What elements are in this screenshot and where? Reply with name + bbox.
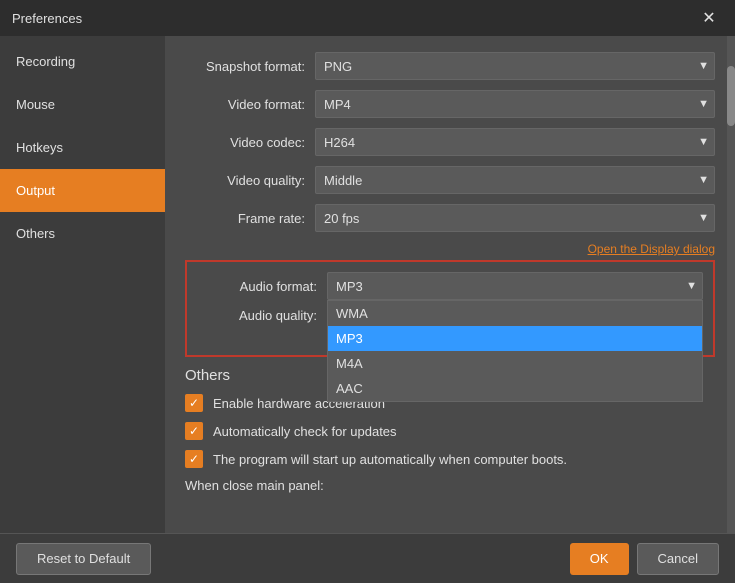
sidebar-item-output[interactable]: Output xyxy=(0,169,165,212)
audio-format-label: Audio format: xyxy=(197,279,327,294)
sidebar-item-others[interactable]: Others xyxy=(0,212,165,255)
sidebar: Recording Mouse Hotkeys Output Others xyxy=(0,36,165,533)
video-quality-select[interactable]: Middle xyxy=(315,166,715,194)
frame-rate-row: Frame rate: 20 fps ▼ xyxy=(185,204,715,232)
sidebar-item-mouse[interactable]: Mouse xyxy=(0,83,165,126)
scrollbar[interactable] xyxy=(727,36,735,533)
main-content: Recording Mouse Hotkeys Output Others Sn… xyxy=(0,36,735,533)
frame-rate-select[interactable]: 20 fps xyxy=(315,204,715,232)
video-format-select-wrapper: MP4 ▼ xyxy=(315,90,715,118)
video-codec-label: Video codec: xyxy=(185,135,315,150)
ok-button[interactable]: OK xyxy=(570,543,629,575)
footer-right: OK Cancel xyxy=(570,543,719,575)
video-quality-row: Video quality: Middle ▼ xyxy=(185,166,715,194)
video-format-select[interactable]: MP4 xyxy=(315,90,715,118)
reset-button[interactable]: Reset to Default xyxy=(16,543,151,575)
video-format-row: Video format: MP4 ▼ xyxy=(185,90,715,118)
autostart-label: The program will start up automatically … xyxy=(213,452,567,467)
auto-updates-checkbox[interactable]: ✓ xyxy=(185,422,203,440)
scrollbar-thumb[interactable] xyxy=(727,66,735,126)
sidebar-item-hotkeys[interactable]: Hotkeys xyxy=(0,126,165,169)
cancel-button[interactable]: Cancel xyxy=(637,543,719,575)
audio-format-select-wrapper: MP3 ▼ WMA MP3 M4A AAC xyxy=(327,272,703,300)
snapshot-format-select-wrapper: PNG ▼ xyxy=(315,52,715,80)
content-area: Snapshot format: PNG ▼ Video format: MP4… xyxy=(165,36,735,533)
frame-rate-select-wrapper: 20 fps ▼ xyxy=(315,204,715,232)
open-display-dialog-link[interactable]: Open the Display dialog xyxy=(185,242,715,256)
video-quality-select-wrapper: Middle ▼ xyxy=(315,166,715,194)
audio-section: Audio format: MP3 ▼ WMA MP3 M4A AAC xyxy=(185,260,715,357)
audio-quality-label: Audio quality: xyxy=(197,308,327,323)
audio-option-wma[interactable]: WMA xyxy=(328,301,702,326)
hardware-acceleration-checkbox[interactable]: ✓ xyxy=(185,394,203,412)
close-button[interactable]: ✕ xyxy=(695,4,723,32)
auto-updates-row: ✓ Automatically check for updates xyxy=(185,422,715,440)
video-codec-row: Video codec: H264 ▼ xyxy=(185,128,715,156)
frame-rate-label: Frame rate: xyxy=(185,211,315,226)
audio-option-mp3[interactable]: MP3 xyxy=(328,326,702,351)
video-quality-label: Video quality: xyxy=(185,173,315,188)
audio-format-row: Audio format: MP3 ▼ WMA MP3 M4A AAC xyxy=(197,272,703,300)
autostart-checkbox[interactable]: ✓ xyxy=(185,450,203,468)
video-format-label: Video format: xyxy=(185,97,315,112)
video-codec-select[interactable]: H264 xyxy=(315,128,715,156)
autostart-row: ✓ The program will start up automaticall… xyxy=(185,450,715,468)
title-bar: Preferences ✕ xyxy=(0,0,735,36)
sidebar-item-recording[interactable]: Recording xyxy=(0,40,165,83)
video-codec-select-wrapper: H264 ▼ xyxy=(315,128,715,156)
auto-updates-label: Automatically check for updates xyxy=(213,424,397,439)
audio-option-m4a[interactable]: M4A xyxy=(328,351,702,376)
audio-format-select[interactable]: MP3 xyxy=(327,272,703,300)
audio-option-aac[interactable]: AAC xyxy=(328,376,702,401)
when-close-label: When close main panel: xyxy=(185,478,715,493)
snapshot-format-label: Snapshot format: xyxy=(185,59,315,74)
snapshot-format-row: Snapshot format: PNG ▼ xyxy=(185,52,715,80)
snapshot-format-select[interactable]: PNG xyxy=(315,52,715,80)
audio-format-dropdown: WMA MP3 M4A AAC xyxy=(327,300,703,402)
dialog-title: Preferences xyxy=(12,11,82,26)
footer: Reset to Default OK Cancel xyxy=(0,533,735,583)
preferences-dialog: Preferences ✕ Recording Mouse Hotkeys Ou… xyxy=(0,0,735,583)
